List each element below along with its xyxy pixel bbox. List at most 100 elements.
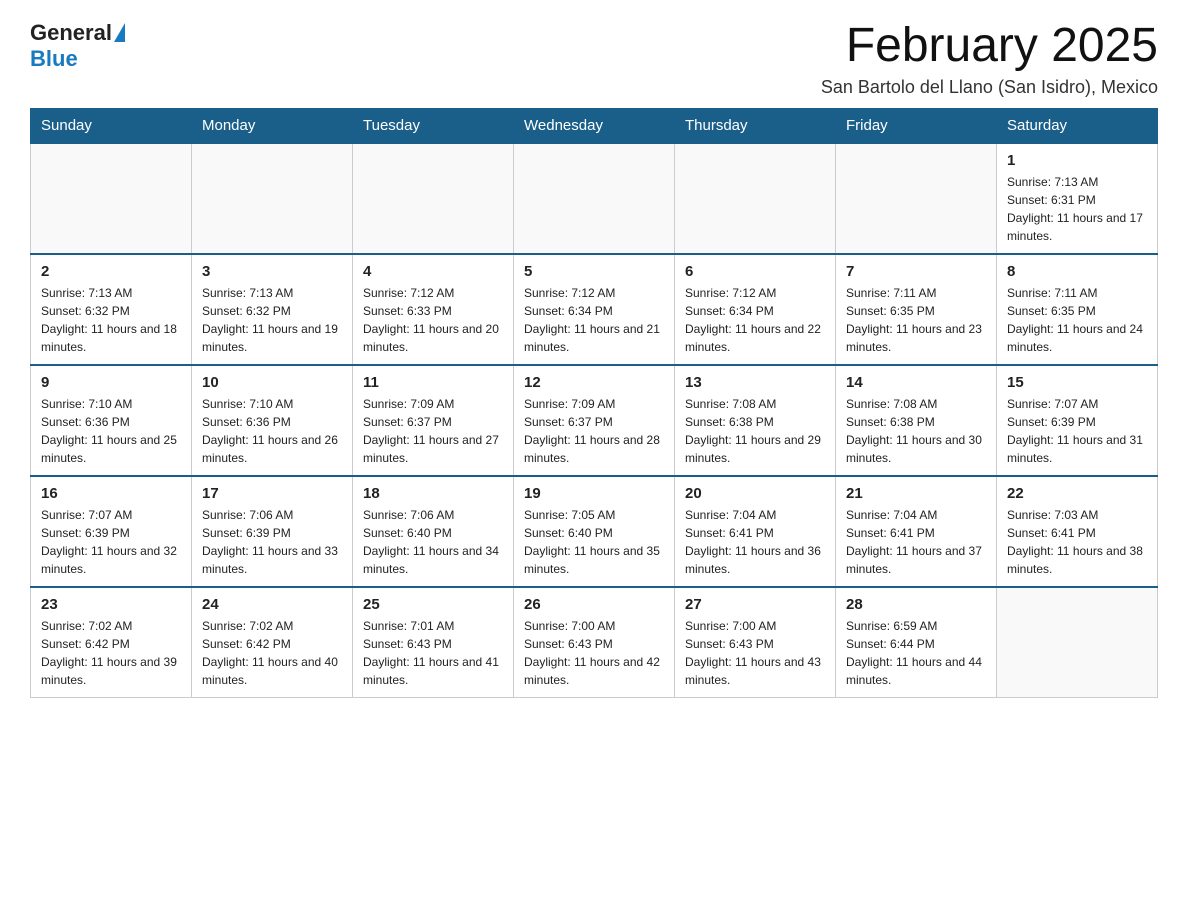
- day-info: Sunrise: 7:02 AMSunset: 6:42 PMDaylight:…: [202, 617, 342, 689]
- day-info: Sunrise: 7:03 AMSunset: 6:41 PMDaylight:…: [1007, 506, 1147, 578]
- day-info: Sunrise: 7:12 AMSunset: 6:34 PMDaylight:…: [524, 284, 664, 356]
- calendar-day-cell: 11 Sunrise: 7:09 AMSunset: 6:37 PMDayligh…: [353, 365, 514, 476]
- day-number: 9: [41, 374, 181, 391]
- calendar-day-cell: 21 Sunrise: 7:04 AMSunset: 6:41 PMDayligh…: [836, 476, 997, 587]
- day-number: 22: [1007, 485, 1147, 502]
- calendar-day-cell: 17Sunrise: 7:06 AMSunset: 6:39 PMDayligh…: [192, 476, 353, 587]
- day-info: Sunrise: 6:59 AMSunset: 6:44 PMDaylight:…: [846, 617, 986, 689]
- calendar-day-cell: 27Sunrise: 7:00 AMSunset: 6:43 PMDayligh…: [675, 587, 836, 698]
- day-info: Sunrise: 7:12 AMSunset: 6:34 PMDaylight:…: [685, 284, 825, 356]
- day-info: Sunrise: 7:04 AMSunset: 6:41 PMDaylight:…: [685, 506, 825, 578]
- day-info: Sunrise: 7:12 AMSunset: 6:33 PMDaylight:…: [363, 284, 503, 356]
- day-info: Sunrise: 7:13 AMSunset: 6:32 PMDaylight:…: [202, 284, 342, 356]
- calendar-day-cell: 23 Sunrise: 7:02 AMSunset: 6:42 PMDayligh…: [31, 587, 192, 698]
- calendar-day-cell: 5 Sunrise: 7:12 AMSunset: 6:34 PMDaylight…: [514, 254, 675, 365]
- day-info: Sunrise: 7:08 AMSunset: 6:38 PMDaylight:…: [685, 395, 825, 467]
- calendar-day-cell: 20 Sunrise: 7:04 AMSunset: 6:41 PMDayligh…: [675, 476, 836, 587]
- title-block: February 2025 San Bartolo del Llano (San…: [821, 20, 1158, 98]
- day-number: 16: [41, 485, 181, 502]
- logo-general-text: General: [30, 20, 112, 46]
- day-number: 25: [363, 596, 503, 613]
- calendar-day-cell: 18 Sunrise: 7:06 AMSunset: 6:40 PMDayligh…: [353, 476, 514, 587]
- weekday-header-thursday: Thursday: [675, 108, 836, 143]
- weekday-header-friday: Friday: [836, 108, 997, 143]
- day-number: 18: [363, 485, 503, 502]
- day-info: Sunrise: 7:07 AMSunset: 6:39 PMDaylight:…: [1007, 395, 1147, 467]
- day-number: 20: [685, 485, 825, 502]
- calendar-day-cell: 25 Sunrise: 7:01 AMSunset: 6:43 PMDayligh…: [353, 587, 514, 698]
- page-header: General Blue February 2025 San Bartolo d…: [30, 20, 1158, 98]
- calendar-day-cell: [675, 143, 836, 254]
- day-info: Sunrise: 7:05 AMSunset: 6:40 PMDaylight:…: [524, 506, 664, 578]
- calendar-week-row: 16 Sunrise: 7:07 AMSunset: 6:39 PMDayligh…: [31, 476, 1158, 587]
- calendar-day-cell: [31, 143, 192, 254]
- day-number: 17: [202, 485, 342, 502]
- calendar-day-cell: [514, 143, 675, 254]
- weekday-header-tuesday: Tuesday: [353, 108, 514, 143]
- day-number: 2: [41, 263, 181, 280]
- weekday-header-sunday: Sunday: [31, 108, 192, 143]
- day-number: 13: [685, 374, 825, 391]
- day-info: Sunrise: 7:10 AMSunset: 6:36 PMDaylight:…: [41, 395, 181, 467]
- calendar-day-cell: 24 Sunrise: 7:02 AMSunset: 6:42 PMDayligh…: [192, 587, 353, 698]
- day-number: 12: [524, 374, 664, 391]
- day-info: Sunrise: 7:06 AMSunset: 6:40 PMDaylight:…: [363, 506, 503, 578]
- day-number: 1: [1007, 152, 1147, 169]
- day-number: 28: [846, 596, 986, 613]
- day-number: 26: [524, 596, 664, 613]
- weekday-header-monday: Monday: [192, 108, 353, 143]
- calendar-day-cell: 22 Sunrise: 7:03 AMSunset: 6:41 PMDayligh…: [997, 476, 1158, 587]
- weekday-header-wednesday: Wednesday: [514, 108, 675, 143]
- logo: General Blue: [30, 20, 125, 72]
- calendar-day-cell: 10Sunrise: 7:10 AMSunset: 6:36 PMDayligh…: [192, 365, 353, 476]
- day-number: 7: [846, 263, 986, 280]
- day-number: 24: [202, 596, 342, 613]
- calendar-week-row: 9 Sunrise: 7:10 AMSunset: 6:36 PMDaylight…: [31, 365, 1158, 476]
- calendar-day-cell: 6 Sunrise: 7:12 AMSunset: 6:34 PMDaylight…: [675, 254, 836, 365]
- calendar-day-cell: 14 Sunrise: 7:08 AMSunset: 6:38 PMDayligh…: [836, 365, 997, 476]
- calendar-day-cell: 16 Sunrise: 7:07 AMSunset: 6:39 PMDayligh…: [31, 476, 192, 587]
- calendar-day-cell: 3 Sunrise: 7:13 AMSunset: 6:32 PMDaylight…: [192, 254, 353, 365]
- calendar-day-cell: 15Sunrise: 7:07 AMSunset: 6:39 PMDayligh…: [997, 365, 1158, 476]
- calendar-table: SundayMondayTuesdayWednesdayThursdayFrid…: [30, 108, 1158, 698]
- calendar-day-cell: 8 Sunrise: 7:11 AMSunset: 6:35 PMDaylight…: [997, 254, 1158, 365]
- calendar-week-row: 23 Sunrise: 7:02 AMSunset: 6:42 PMDayligh…: [31, 587, 1158, 698]
- calendar-day-cell: [997, 587, 1158, 698]
- day-info: Sunrise: 7:04 AMSunset: 6:41 PMDaylight:…: [846, 506, 986, 578]
- weekday-header-row: SundayMondayTuesdayWednesdayThursdayFrid…: [31, 108, 1158, 143]
- day-number: 5: [524, 263, 664, 280]
- calendar-day-cell: 2 Sunrise: 7:13 AMSunset: 6:32 PMDaylight…: [31, 254, 192, 365]
- day-info: Sunrise: 7:07 AMSunset: 6:39 PMDaylight:…: [41, 506, 181, 578]
- day-info: Sunrise: 7:13 AMSunset: 6:32 PMDaylight:…: [41, 284, 181, 356]
- calendar-day-cell: [192, 143, 353, 254]
- day-info: Sunrise: 7:09 AMSunset: 6:37 PMDaylight:…: [524, 395, 664, 467]
- day-info: Sunrise: 7:10 AMSunset: 6:36 PMDaylight:…: [202, 395, 342, 467]
- day-number: 6: [685, 263, 825, 280]
- day-info: Sunrise: 7:00 AMSunset: 6:43 PMDaylight:…: [524, 617, 664, 689]
- calendar-day-cell: 4Sunrise: 7:12 AMSunset: 6:33 PMDaylight…: [353, 254, 514, 365]
- day-number: 14: [846, 374, 986, 391]
- day-info: Sunrise: 7:00 AMSunset: 6:43 PMDaylight:…: [685, 617, 825, 689]
- day-info: Sunrise: 7:02 AMSunset: 6:42 PMDaylight:…: [41, 617, 181, 689]
- day-number: 21: [846, 485, 986, 502]
- calendar-week-row: 1Sunrise: 7:13 AMSunset: 6:31 PMDaylight…: [31, 143, 1158, 254]
- logo-blue-text: Blue: [30, 46, 78, 72]
- month-title: February 2025: [821, 20, 1158, 73]
- day-number: 3: [202, 263, 342, 280]
- day-number: 23: [41, 596, 181, 613]
- day-number: 11: [363, 374, 503, 391]
- day-number: 8: [1007, 263, 1147, 280]
- calendar-week-row: 2 Sunrise: 7:13 AMSunset: 6:32 PMDaylight…: [31, 254, 1158, 365]
- location-subtitle: San Bartolo del Llano (San Isidro), Mexi…: [821, 77, 1158, 98]
- calendar-day-cell: 7Sunrise: 7:11 AMSunset: 6:35 PMDaylight…: [836, 254, 997, 365]
- calendar-day-cell: [353, 143, 514, 254]
- calendar-day-cell: 26 Sunrise: 7:00 AMSunset: 6:43 PMDayligh…: [514, 587, 675, 698]
- day-info: Sunrise: 7:11 AMSunset: 6:35 PMDaylight:…: [1007, 284, 1147, 356]
- calendar-day-cell: 19Sunrise: 7:05 AMSunset: 6:40 PMDayligh…: [514, 476, 675, 587]
- calendar-day-cell: [836, 143, 997, 254]
- day-info: Sunrise: 7:08 AMSunset: 6:38 PMDaylight:…: [846, 395, 986, 467]
- day-info: Sunrise: 7:09 AMSunset: 6:37 PMDaylight:…: [363, 395, 503, 467]
- calendar-day-cell: 12 Sunrise: 7:09 AMSunset: 6:37 PMDayligh…: [514, 365, 675, 476]
- day-info: Sunrise: 7:01 AMSunset: 6:43 PMDaylight:…: [363, 617, 503, 689]
- calendar-day-cell: 9 Sunrise: 7:10 AMSunset: 6:36 PMDaylight…: [31, 365, 192, 476]
